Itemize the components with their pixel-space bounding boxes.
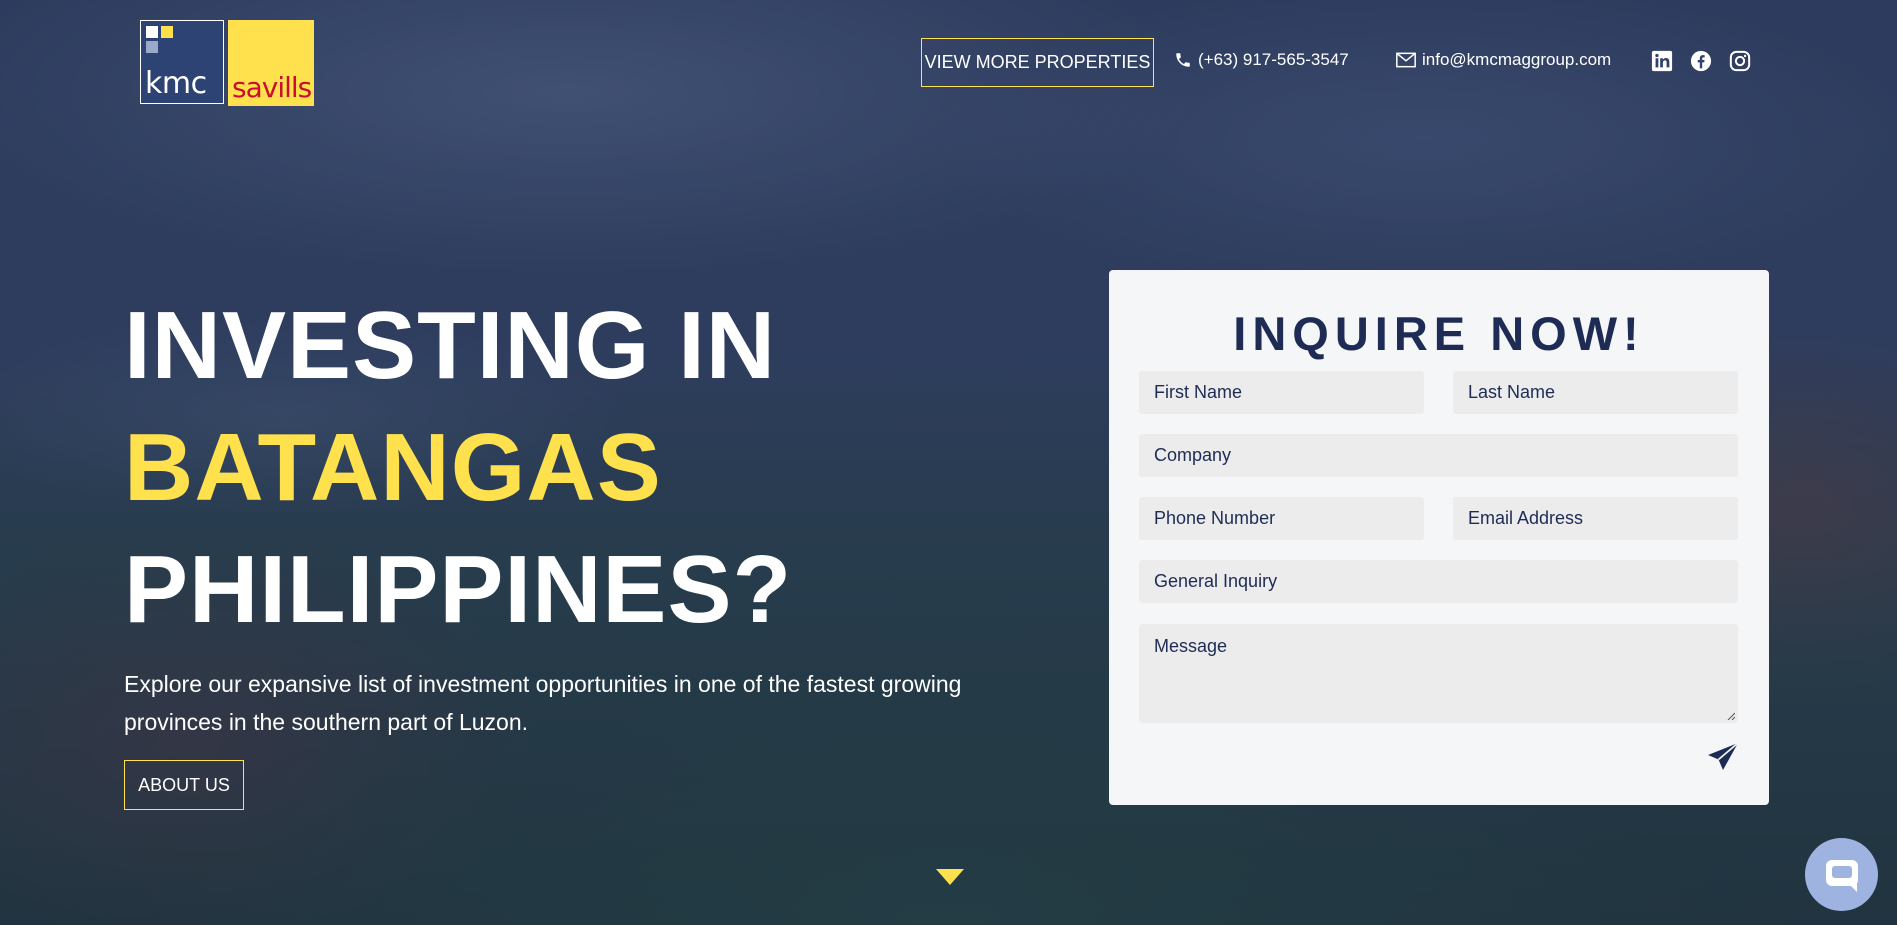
instagram-icon[interactable]: [1729, 50, 1751, 72]
email-link[interactable]: info@kmcmaggroup.com: [1396, 50, 1611, 70]
chat-widget-button[interactable]: [1805, 838, 1878, 911]
phone-number: (+63) 917-565-3547: [1198, 50, 1349, 69]
facebook-icon[interactable]: [1690, 50, 1712, 72]
hero-heading-line3: PHILIPPINES?: [124, 536, 793, 643]
envelope-icon: [1396, 52, 1416, 68]
hero-heading-line1: INVESTING IN: [124, 292, 777, 399]
phone-link[interactable]: (+63) 917-565-3547: [1174, 50, 1349, 70]
linkedin-icon[interactable]: [1651, 50, 1673, 72]
hero-heading: INVESTING IN BATANGAS PHILIPPINES?: [124, 285, 792, 651]
hero-description: Explore our expansive list of investment…: [124, 671, 962, 735]
email-address: info@kmcmaggroup.com: [1422, 50, 1612, 69]
view-more-properties-button[interactable]: VIEW MORE PROPERTIES: [921, 38, 1154, 87]
hero-section: INVESTING IN BATANGAS PHILIPPINES? Explo…: [124, 285, 961, 735]
about-us-button[interactable]: ABOUT US: [124, 760, 244, 810]
last-name-input[interactable]: Last Name: [1453, 371, 1738, 414]
inquiry-type-select[interactable]: General Inquiry: [1139, 560, 1738, 603]
email-address-input[interactable]: Email Address: [1453, 497, 1738, 540]
phone-icon: [1176, 53, 1190, 67]
resize-handle-icon[interactable]: [1727, 712, 1735, 720]
message-placeholder: Message: [1154, 636, 1228, 656]
top-navigation: VIEW MORE PROPERTIES (+63) 917-565-3547 …: [0, 38, 1897, 88]
hero-heading-line2: BATANGAS: [124, 414, 662, 521]
chat-bubble-icon: [1825, 859, 1858, 892]
message-textarea[interactable]: Message: [1139, 624, 1738, 723]
phone-number-input[interactable]: Phone Number: [1139, 497, 1424, 540]
company-input[interactable]: Company: [1139, 434, 1738, 477]
inquiry-form: INQUIRE NOW! First Name Last Name Compan…: [1109, 270, 1769, 805]
first-name-input[interactable]: First Name: [1139, 371, 1424, 414]
scroll-down-arrow-icon[interactable]: [935, 868, 965, 886]
form-title: INQUIRE NOW!: [1233, 307, 1645, 360]
send-icon[interactable]: [1705, 740, 1741, 776]
